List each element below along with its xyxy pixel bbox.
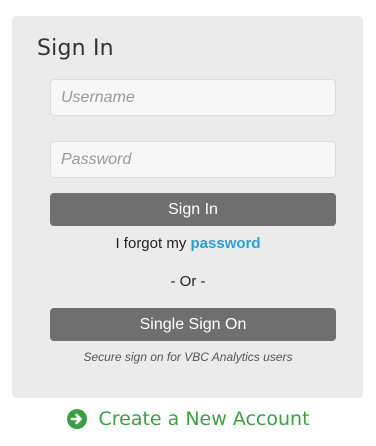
signin-title: Sign In (37, 36, 114, 61)
single-sign-on-button[interactable]: Single Sign On (50, 308, 336, 341)
or-separator: - Or - (170, 273, 206, 290)
single-sign-on-button-label: Single Sign On (139, 315, 247, 333)
secure-signon-note: Secure sign on for VBC Analytics users (83, 350, 293, 364)
create-account-label: Create a New Account (98, 408, 310, 430)
forgot-password-link[interactable]: password (191, 235, 261, 252)
create-account-link[interactable]: Create a New Account (0, 408, 376, 430)
username-input[interactable] (50, 79, 336, 116)
signin-button[interactable]: Sign In (50, 193, 336, 226)
forgot-password-prefix: I forgot my (115, 235, 191, 252)
forgot-password-row: I forgot my password (0, 235, 376, 252)
signin-button-label: Sign In (168, 200, 218, 218)
password-input[interactable] (50, 141, 336, 178)
arrow-circle-right-icon (66, 408, 88, 430)
